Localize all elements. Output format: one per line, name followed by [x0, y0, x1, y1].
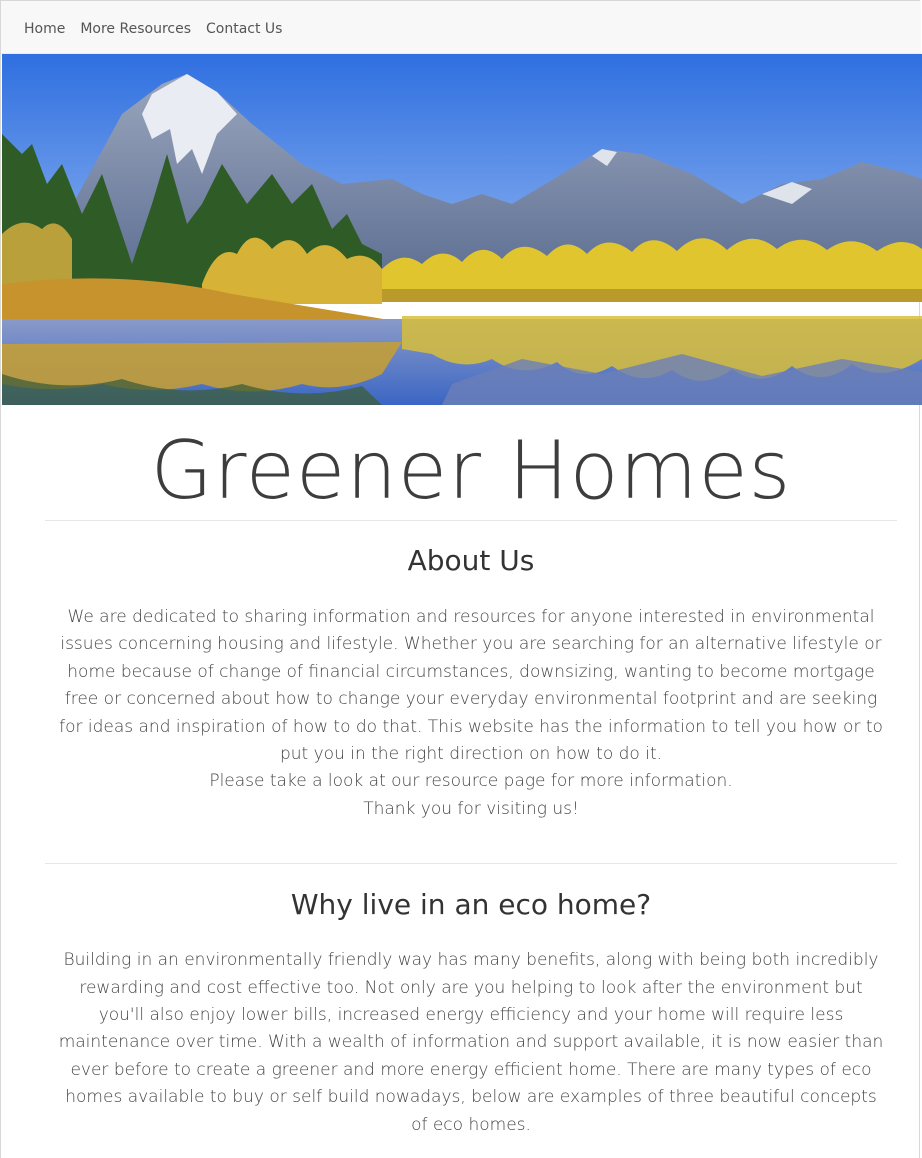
- about-heading: About Us: [407, 544, 535, 577]
- about-resource-line: Please take a look at our resource page …: [209, 771, 733, 792]
- about-thanks-line: Thank you for visiting us!: [363, 798, 579, 819]
- why-text: Building in an environmentally friendly …: [58, 950, 884, 1135]
- nav-item-home: Home: [24, 18, 80, 37]
- nav-link-home[interactable]: Home: [24, 21, 65, 37]
- nav-list: Home More Resources Contact Us: [1, 1, 921, 54]
- hero-landscape-graphic: [2, 54, 922, 405]
- about-paragraph: We are dedicated to sharing information …: [59, 607, 883, 765]
- navbar: Home More Resources Contact Us: [1, 1, 921, 54]
- site-title: Greener Homes: [150, 424, 792, 517]
- nav-link-contact-us[interactable]: Contact Us: [206, 21, 282, 37]
- hero-image: [2, 54, 922, 405]
- nav-item-more-resources: More Resources: [80, 18, 206, 37]
- main-content: Greener Homes About Us We are dedicated …: [45, 405, 897, 1139]
- nav-link-more-resources[interactable]: More Resources: [80, 21, 191, 37]
- about-section: About Us We are dedicated to sharing inf…: [45, 521, 897, 823]
- yellow-treeline-shade: [382, 289, 922, 302]
- nav-item-contact-us: Contact Us: [206, 18, 297, 37]
- why-section: Why live in an eco home? Building in an …: [45, 864, 897, 1139]
- about-text: We are dedicated to sharing information …: [45, 604, 897, 823]
- why-heading: Why live in an eco home?: [290, 888, 652, 922]
